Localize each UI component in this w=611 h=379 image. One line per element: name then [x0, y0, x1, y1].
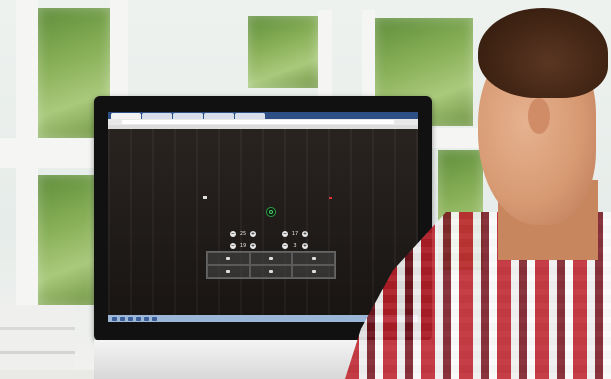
cell-icon — [226, 256, 231, 260]
minus-button[interactable]: − — [230, 243, 236, 249]
taskbar-icon[interactable] — [128, 316, 133, 321]
person-hair — [478, 8, 608, 98]
stepper-value: 17 — [291, 231, 299, 237]
stepper-3: − 17 + — [282, 231, 308, 237]
alert-icon[interactable] — [329, 197, 332, 199]
cell-icon — [226, 269, 231, 273]
address-input[interactable] — [122, 120, 394, 124]
plus-button[interactable]: + — [302, 243, 308, 249]
taskbar-icon[interactable] — [144, 316, 149, 321]
stepper-value: 19 — [239, 243, 247, 249]
minus-button[interactable]: − — [282, 243, 288, 249]
plus-button[interactable]: + — [250, 231, 256, 237]
stepper-4: − 3 + — [282, 243, 308, 249]
app-background: − 25 + − 19 + − 17 + − 3 + — [108, 129, 418, 315]
stacked-books — [0, 305, 75, 379]
plus-button[interactable]: + — [250, 243, 256, 249]
cell-icon — [311, 256, 316, 260]
grid-cell[interactable] — [292, 252, 335, 265]
cell-icon — [268, 269, 273, 273]
cell-icon — [268, 256, 273, 260]
grid-cell[interactable] — [207, 252, 250, 265]
stepper-1: − 25 + — [230, 231, 256, 237]
stepper-value: 3 — [293, 243, 297, 249]
grid-cell[interactable] — [249, 265, 293, 278]
monitor-screen: − 25 + − 19 + − 17 + − 3 + — [108, 112, 418, 322]
window-pane — [248, 16, 318, 88]
grid-cell[interactable] — [249, 252, 293, 265]
minus-button[interactable]: − — [282, 231, 288, 237]
power-icon — [269, 210, 273, 214]
grid-cell[interactable] — [292, 265, 335, 278]
plus-button[interactable]: + — [302, 231, 308, 237]
cell-icon — [311, 269, 316, 273]
window-frame — [362, 10, 375, 105]
taskbar-icon[interactable] — [136, 316, 141, 321]
stepper-value: 25 — [239, 231, 247, 237]
stepper-2: − 19 + — [230, 243, 256, 249]
browser-tab-strip — [108, 112, 418, 119]
control-grid — [206, 251, 336, 279]
power-button[interactable] — [266, 207, 276, 217]
taskbar-icon[interactable] — [120, 316, 125, 321]
window-pane — [38, 175, 96, 305]
window-frame — [318, 10, 332, 100]
grid-cell[interactable] — [207, 265, 250, 278]
person-ear — [528, 98, 550, 134]
home-icon[interactable] — [203, 195, 207, 199]
taskbar-icon[interactable] — [152, 316, 157, 321]
taskbar-icon[interactable] — [112, 316, 117, 321]
breadcrumb — [203, 195, 208, 199]
minus-button[interactable]: − — [230, 231, 236, 237]
